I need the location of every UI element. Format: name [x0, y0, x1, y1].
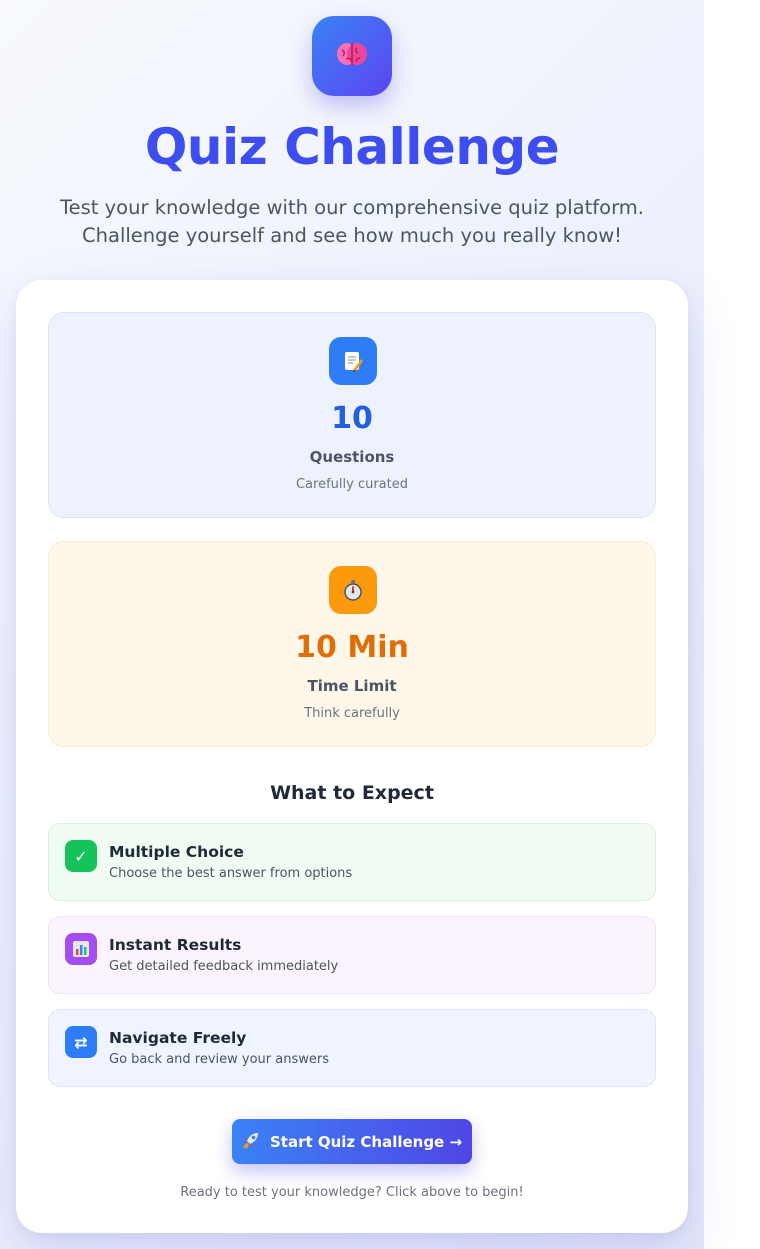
questions-label: Questions: [309, 448, 395, 466]
start-hint-text: Ready to test your knowledge? Click abov…: [180, 1185, 524, 1200]
app-logo: [312, 16, 392, 96]
stopwatch-icon: [329, 566, 377, 614]
bar-chart-icon: [65, 933, 97, 965]
feature-description: Go back and review your answers: [109, 1052, 329, 1067]
feature-multiple-choice: ✓ Multiple Choice Choose the best answer…: [48, 823, 656, 901]
brain-icon: [335, 39, 369, 74]
time-limit-label: Time Limit: [307, 677, 397, 695]
memo-icon: [329, 337, 377, 385]
feature-title: Instant Results: [109, 936, 242, 954]
feature-instant-results: Instant Results Get detailed feedback im…: [48, 916, 656, 994]
page-title: Quiz Challenge: [144, 118, 560, 176]
feature-title: Multiple Choice: [109, 843, 244, 861]
questions-sublabel: Carefully curated: [295, 477, 408, 492]
questions-count: 10: [331, 401, 373, 436]
feature-navigate-freely: ⇄ Navigate Freely Go back and review you…: [48, 1009, 656, 1087]
feature-title: Navigate Freely: [109, 1029, 247, 1047]
page-subtitle: Test your knowledge with our comprehensi…: [60, 196, 644, 247]
rocket-icon: [242, 1131, 260, 1153]
what-to-expect-heading: What to Expect: [270, 782, 434, 804]
quiz-info-card: 10 Questions Carefully curated 10 Min Ti…: [16, 280, 688, 1233]
start-quiz-button-label: Start Quiz Challenge →: [269, 1132, 463, 1151]
questions-stat-card: 10 Questions Carefully curated: [48, 312, 656, 518]
checkmark-icon: ✓: [65, 840, 97, 872]
swap-arrows-icon: ⇄: [65, 1026, 97, 1058]
feature-description: Choose the best answer from options: [109, 866, 353, 881]
page-background: Quiz Challenge Test your knowledge with …: [0, 0, 704, 1249]
time-limit-value: 10 Min: [295, 630, 409, 665]
start-quiz-button[interactable]: Start Quiz Challenge →: [232, 1119, 472, 1164]
time-limit-sublabel: Think carefully: [304, 706, 400, 721]
time-limit-stat-card: 10 Min Time Limit Think carefully: [48, 541, 656, 747]
feature-description: Get detailed feedback immediately: [109, 959, 339, 974]
